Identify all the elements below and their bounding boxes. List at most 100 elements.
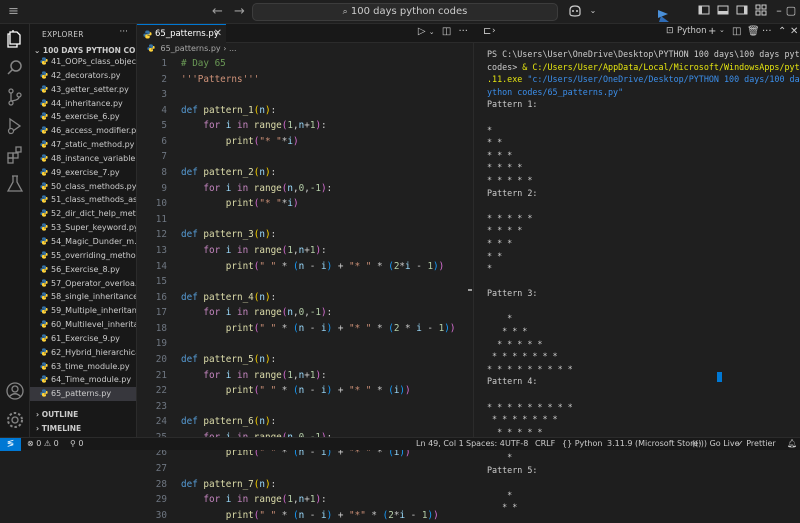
search-icon[interactable] — [5, 58, 25, 78]
file-item[interactable]: 51_class_methods_as_... — [30, 193, 136, 207]
maximize-panel-icon[interactable]: ⌃ — [778, 26, 786, 37]
file-label: 44_inheritance.py — [51, 98, 123, 108]
code-token: : — [270, 291, 277, 303]
testing-icon[interactable] — [5, 174, 25, 194]
indentation[interactable]: Spaces: 4 — [466, 438, 505, 450]
file-item[interactable]: 53_Super_keyword.py — [30, 221, 136, 235]
file-item[interactable]: 52_dir_dict_help_met... — [30, 207, 136, 221]
layout-sidebar-right-icon[interactable] — [735, 4, 749, 18]
explorer-icon[interactable] — [5, 29, 25, 49]
file-item[interactable]: 59_Multiple_inheritan... — [30, 304, 136, 318]
outline-label: OUTLINE — [41, 410, 79, 419]
file-item[interactable]: 65_patterns.py — [30, 387, 136, 402]
file-item[interactable]: 57_Operator_overloa... — [30, 277, 136, 291]
chevron-down-icon[interactable]: ⌄ — [429, 28, 435, 36]
breadcrumb-more[interactable]: ... — [229, 44, 237, 53]
run-python-file-icon[interactable]: ▷ — [418, 26, 426, 37]
command-center-search[interactable]: ⌕ 100 days python codes — [252, 3, 558, 21]
restore-icon[interactable]: ▢ — [784, 4, 798, 18]
file-item[interactable]: 63_time_module.py — [30, 360, 136, 374]
outline-section[interactable]: › OUTLINE — [36, 410, 78, 419]
file-item[interactable]: 54_Magic_Dunder_m... — [30, 235, 136, 249]
more-actions-icon[interactable]: ··· — [458, 26, 468, 37]
code-line: 27 — [137, 461, 474, 477]
encoding[interactable]: UTF-8 — [505, 438, 528, 450]
file-item[interactable]: 56_Exercise_8.py — [30, 263, 136, 277]
terminal-label[interactable]: Python — [677, 26, 706, 36]
close-icon[interactable]: ✕ — [214, 25, 222, 43]
code-token: ) — [293, 198, 299, 210]
file-item[interactable]: 46_access_modifier.py — [30, 124, 136, 138]
chevron-down-icon[interactable]: ⌄ — [586, 4, 600, 18]
terminal-text: & — [522, 61, 533, 72]
prettier-button[interactable]: ✓ Prettier — [737, 438, 776, 450]
line-number: 12 — [155, 229, 167, 241]
terminal-text: * * — [487, 250, 508, 261]
remote-icon[interactable]: ≶ — [0, 438, 21, 451]
code-line: 13 for i in range(1,n+1): — [137, 243, 474, 259]
run-debug-icon[interactable] — [5, 116, 25, 136]
file-item[interactable]: 43_getter_setter.py — [30, 83, 136, 97]
trash-icon[interactable]: 🗑 — [747, 26, 760, 37]
chevron-left-icon[interactable]: › — [492, 26, 496, 36]
file-item[interactable]: 45_exercise_6.py — [30, 110, 136, 124]
layout-panel-icon[interactable] — [716, 4, 730, 18]
go-live-button[interactable]: ((·)) Go Live — [692, 438, 740, 450]
file-item[interactable]: 49_exercise_7.py — [30, 166, 136, 180]
code-token: pattern_2 — [203, 167, 254, 179]
customize-layout-icon[interactable] — [754, 4, 768, 18]
line-number: 23 — [155, 400, 167, 412]
toggle-panel-icon[interactable]: ⊏ — [483, 26, 491, 37]
file-item[interactable]: 47_static_method.py — [30, 138, 136, 152]
code-token: " " — [259, 509, 277, 521]
file-item[interactable]: 58_single_inheritance... — [30, 290, 136, 304]
split-editor-icon[interactable]: ◫ — [442, 26, 451, 37]
file-item[interactable]: 61_Exercise_9.py — [30, 332, 136, 346]
code-token: - — [410, 260, 428, 272]
file-item[interactable]: 44_inheritance.py — [30, 97, 136, 111]
code-token: range — [253, 307, 282, 319]
extensions-icon[interactable] — [5, 145, 25, 165]
chevron-down-icon[interactable]: ⌄ — [719, 26, 725, 34]
arrow-left-icon[interactable]: ← — [212, 4, 223, 19]
file-item[interactable]: 42_decorators.py — [30, 69, 136, 83]
settings-gear-icon[interactable] — [5, 410, 25, 430]
code-token: i — [225, 120, 237, 132]
timeline-section[interactable]: › TIMELINE — [36, 424, 81, 433]
split-terminal-icon[interactable]: ◫ — [732, 26, 741, 37]
code-editor[interactable]: 1 # Day 65 2 '''Patterns''' 3 4 def pattern_1(… — [137, 56, 474, 523]
file-item[interactable]: 60_Multilevel_inherita... — [30, 318, 136, 332]
menu-icon[interactable]: ≡ — [8, 4, 19, 19]
notifications-icon[interactable]: 🔔︎ — [787, 438, 797, 450]
tab-65-patterns[interactable]: 65_patterns.py ✕ — [137, 24, 226, 43]
file-item[interactable]: 55_overriding_metho... — [30, 249, 136, 263]
code-token: ) — [405, 385, 411, 397]
python-interpreter[interactable]: 3.11.9 (Microsoft Store) — [607, 438, 701, 450]
source-control-icon[interactable] — [5, 87, 25, 107]
editor-scrollbar-marker[interactable] — [468, 289, 472, 291]
workspace-folder[interactable]: ⌄ 100 DAYS PYTHON CODES — [34, 46, 136, 55]
more-actions-icon[interactable]: ··· — [762, 26, 772, 37]
ports-indicator[interactable]: ⚲ 0 — [70, 438, 84, 450]
cursor-position[interactable]: Ln 49, Col 1 — [416, 438, 464, 450]
account-icon[interactable] — [5, 381, 25, 401]
problems-indicator[interactable]: ⊗ 0 ⚠ 0 — [27, 438, 59, 450]
layout-sidebar-left-icon[interactable] — [697, 4, 711, 18]
file-item[interactable]: 48_instance_variable.py — [30, 152, 136, 166]
code-token: -1 — [309, 307, 322, 319]
code-token: "* " — [349, 260, 372, 272]
file-item[interactable]: 41_OOPs_class_object... — [30, 55, 136, 69]
file-item[interactable]: 50_class_methods.py — [30, 180, 136, 194]
line-number: 1 — [161, 58, 167, 69]
close-icon[interactable]: ✕ — [790, 26, 798, 37]
end-of-line[interactable]: CRLF — [535, 438, 555, 450]
language-mode[interactable]: {} Python — [562, 438, 602, 450]
copilot-icon[interactable] — [568, 4, 582, 18]
new-terminal-icon[interactable]: + — [708, 26, 716, 37]
arrow-right-icon[interactable]: → — [234, 4, 245, 19]
file-item[interactable]: 62_Hybrid_hierarchica... — [30, 346, 136, 360]
breadcrumb-file[interactable]: 65_patterns.py — [161, 44, 221, 53]
file-item[interactable]: 64_Time_module.py — [30, 373, 136, 387]
more-actions-icon[interactable]: ··· — [119, 27, 128, 37]
